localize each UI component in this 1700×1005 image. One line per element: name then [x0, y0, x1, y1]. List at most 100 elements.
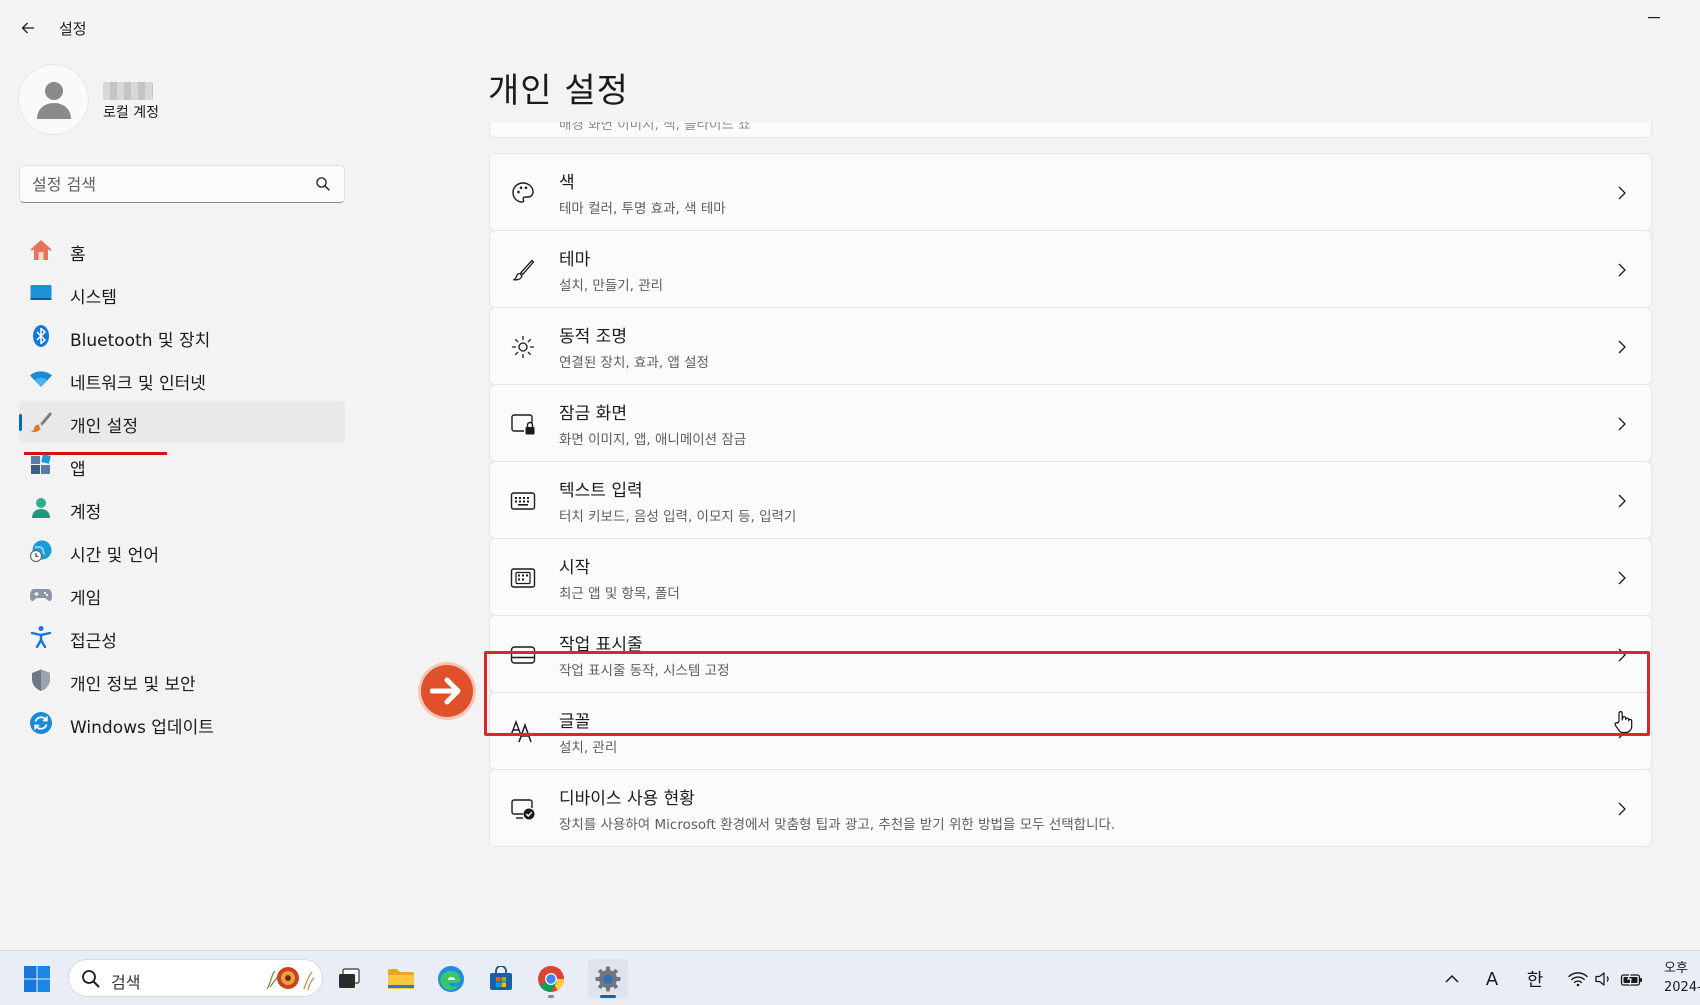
time-language-icon [29, 539, 53, 563]
settings-card-description: 터치 키보드, 음성 입력, 이모지 등, 입력기 [559, 509, 797, 525]
settings-card-lock-screen[interactable]: 잠금 화면 화면 이미지, 앱, 애니메이션 잠금 [489, 384, 1652, 462]
arrow-right-icon [421, 665, 473, 717]
edge-icon [438, 966, 464, 992]
settings-card-title: 텍스트 입력 [559, 481, 643, 501]
app-title: 설정 [59, 20, 87, 38]
task-view-icon [339, 968, 360, 988]
settings-card-title: 잠금 화면 [559, 404, 627, 424]
clock-time: 오후 [1664, 961, 1688, 976]
file-explorer-button[interactable] [381, 959, 421, 999]
page-title: 개인 설정 [488, 71, 629, 111]
sidebar-item-system[interactable]: 시스템 [19, 272, 345, 314]
profile-name-redacted [103, 82, 153, 100]
sidebar-item-label: 계정 [70, 503, 102, 523]
device-usage-icon [509, 795, 537, 823]
sidebar-item-apps[interactable]: 앱 [19, 444, 345, 486]
hand-cursor-icon [1613, 710, 1635, 736]
chevron-right-icon [1615, 260, 1629, 280]
keyboard-icon [509, 487, 537, 515]
settings-app-button[interactable] [588, 959, 628, 999]
microsoft-store-button[interactable] [481, 959, 521, 999]
taskbar-search[interactable]: 검색 [68, 959, 323, 997]
settings-card-dynamic-lighting[interactable]: 동적 조명 연결된 장치, 효과, 앱 설정 [489, 307, 1652, 385]
sidebar-item-accounts[interactable]: 계정 [19, 487, 345, 529]
ime-language-indicator[interactable]: A [1483, 967, 1501, 991]
settings-card-description: 배경 화면 이미지, 색, 슬라이드 쇼 [559, 122, 751, 133]
settings-card-colors[interactable]: 색 테마 컬러, 투명 효과, 색 테마 [489, 153, 1652, 231]
sidebar-item-label: 시간 및 언어 [70, 546, 160, 566]
search-icon [315, 176, 331, 196]
profile-account-type: 로컬 계정 [103, 105, 159, 121]
sidebar-item-gaming[interactable]: 게임 [19, 573, 345, 615]
sidebar-item-time-language[interactable]: 시간 및 언어 [19, 530, 345, 572]
sidebar-item-network[interactable]: 네트워크 및 인터넷 [19, 358, 345, 400]
settings-card-themes[interactable]: 테마 설치, 만들기, 관리 [489, 230, 1652, 308]
start-icon [509, 564, 537, 592]
settings-card-title: 테마 [559, 250, 591, 270]
sidebar-item-label: 개인 설정 [70, 417, 138, 437]
settings-card-title: 시작 [559, 558, 591, 578]
chevron-right-icon [1615, 183, 1629, 203]
sidebar-item-personalization[interactable]: 개인 설정 [19, 401, 345, 443]
sidebar-item-bluetooth[interactable]: Bluetooth 및 장치 [19, 315, 345, 357]
sidebar-item-accessibility[interactable]: 접근성 [19, 616, 345, 658]
settings-card-description: 설치, 관리 [559, 740, 618, 756]
settings-list: 배경 화면 이미지, 색, 슬라이드 쇼 색 테마 컬러, 투명 효과, 색 테… [487, 122, 1654, 907]
sidebar-item-label: Bluetooth 및 장치 [70, 331, 211, 351]
task-view-button[interactable] [329, 959, 369, 999]
avatar[interactable] [19, 65, 88, 134]
clock-date: 2024- [1664, 980, 1700, 995]
start-button[interactable] [17, 959, 57, 999]
title-bar: 설정 [0, 0, 1700, 56]
settings-card-description: 화면 이미지, 앱, 애니메이션 잠금 [559, 432, 747, 448]
chrome-icon [538, 965, 565, 993]
update-icon [29, 711, 53, 735]
search-input[interactable] [32, 172, 302, 196]
sidebar-item-label: 홈 [70, 245, 86, 265]
sidebar-item-privacy-security[interactable]: 개인 정보 및 보안 [19, 659, 345, 701]
brush-icon [29, 410, 53, 434]
lighting-icon [509, 333, 537, 361]
settings-card-description: 장치를 사용하여 Microsoft 환경에서 맞춤형 팁과 광고, 추천을 받… [559, 817, 1116, 833]
minimize-button[interactable] [1640, 6, 1668, 30]
sidebar-item-label: 네트워크 및 인터넷 [70, 374, 206, 394]
brush-icon [509, 256, 537, 284]
taskbar: 검색 A 한 오후 2024- [0, 950, 1700, 1005]
tray-volume-icon[interactable] [1594, 967, 1614, 991]
settings-card-background[interactable]: 배경 화면 이미지, 색, 슬라이드 쇼 [489, 122, 1652, 138]
back-button[interactable] [14, 14, 42, 42]
system-icon [29, 281, 53, 305]
settings-card-title: 디바이스 사용 현황 [559, 789, 695, 809]
settings-card-text-input[interactable]: 텍스트 입력 터치 키보드, 음성 입력, 이모지 등, 입력기 [489, 461, 1652, 539]
chevron-right-icon [1615, 799, 1629, 819]
chevron-right-icon [1615, 491, 1629, 511]
tray-overflow-chevron-icon[interactable] [1444, 967, 1460, 991]
tray-wifi-icon[interactable] [1568, 967, 1588, 991]
back-arrow-icon [21, 22, 34, 34]
tray-battery-icon[interactable] [1620, 967, 1644, 991]
settings-card-device-usage[interactable]: 디바이스 사용 현황 장치를 사용하여 Microsoft 환경에서 맞춤형 팁… [489, 769, 1652, 847]
apps-icon [29, 453, 53, 477]
settings-card-start[interactable]: 시작 최근 앱 및 항목, 폴더 [489, 538, 1652, 616]
sidebar-item-windows-update[interactable]: Windows 업데이트 [19, 702, 345, 744]
accessibility-icon [29, 625, 53, 649]
gamepad-icon [29, 582, 53, 606]
settings-card-title: 동적 조명 [559, 327, 627, 347]
chrome-browser-button[interactable] [531, 959, 571, 999]
taskbar-clock[interactable]: 오후 2024- [1664, 959, 1700, 997]
sidebar-item-home[interactable]: 홈 [19, 229, 345, 271]
settings-card-description: 연결된 장치, 효과, 앱 설정 [559, 355, 709, 371]
chevron-right-icon [1615, 568, 1629, 588]
taskbar-search-label: 검색 [111, 973, 141, 992]
gear-icon [595, 966, 621, 992]
sidebar-item-label: 게임 [70, 589, 102, 609]
settings-card-description: 테마 컬러, 투명 효과, 색 테마 [559, 201, 726, 217]
edge-browser-button[interactable] [431, 959, 471, 999]
folder-icon [388, 969, 414, 989]
shield-icon [29, 668, 53, 692]
settings-card-title: 색 [559, 173, 575, 193]
search-box[interactable] [19, 165, 345, 203]
bluetooth-icon [29, 324, 53, 348]
ime-mode-indicator[interactable]: 한 [1525, 967, 1545, 991]
account-icon [29, 496, 53, 520]
